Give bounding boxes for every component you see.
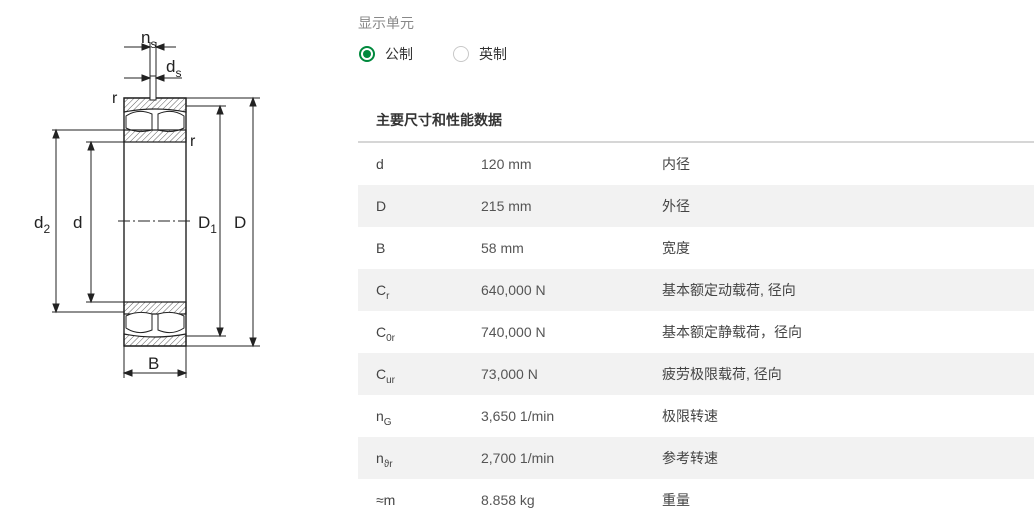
- table-row: nϑr 2,700 1/min 参考转速: [358, 437, 1034, 479]
- bearing-cross-section: ns ds r r d2 d D1 D B: [34, 28, 260, 378]
- symbol-subscript: ur: [386, 375, 396, 386]
- symbol-main: ≈m: [376, 492, 396, 508]
- outer-ring-bottom: [123, 333, 187, 347]
- rollers-top: [125, 110, 185, 133]
- table-row: ≈m 8.858 kg 重量: [358, 479, 1034, 521]
- symbol-subscript: ϑr: [383, 459, 393, 470]
- row-value: 215 mm: [481, 198, 532, 214]
- row-description: 重量: [662, 492, 690, 508]
- symbol-main: C: [376, 282, 387, 298]
- imperial-label: 英制: [479, 46, 507, 62]
- inner-ring-bottom: [123, 301, 187, 315]
- table-row: B 58 mm 宽度: [358, 227, 1034, 269]
- table-row: Cur 73,000 N 疲劳极限载荷, 径向: [358, 353, 1034, 395]
- r-top-label: r: [112, 90, 118, 107]
- row-value: 120 mm: [481, 156, 532, 172]
- row-value: 3,650 1/min: [481, 408, 555, 424]
- symbol-main: D: [376, 198, 387, 214]
- symbol-subscript: G: [383, 417, 392, 428]
- row-description: 内径: [662, 156, 690, 172]
- table-row: C0r 740,000 N 基本额定静载荷，径向: [358, 311, 1034, 353]
- row-description: 基本额定静载荷，径向: [662, 324, 802, 340]
- symbol-main: C: [376, 324, 387, 340]
- row-description: 疲劳极限载荷, 径向: [662, 366, 782, 382]
- d-label: d: [73, 213, 82, 232]
- bearing-drawing: ns ds r r d2 d D1 D B: [0, 0, 300, 400]
- dimensions-table: d 120 mm 内径 D 215 mm 外径 B 58 mm 宽度 Cr 640,000 N 基本额…: [358, 143, 1034, 521]
- row-description: 外径: [662, 198, 690, 214]
- row-description: 极限转速: [662, 408, 718, 424]
- row-value: 8.858 kg: [481, 492, 535, 508]
- row-value: 58 mm: [481, 240, 524, 256]
- D1-label: D1: [198, 213, 217, 236]
- row-symbol: ≈m: [358, 492, 481, 508]
- metric-label: 公制: [385, 46, 413, 62]
- row-value: 740,000 N: [481, 324, 546, 340]
- row-symbol: nϑr: [358, 450, 481, 470]
- d2-label: d2: [34, 213, 50, 236]
- symbol-subscript: r: [386, 291, 390, 302]
- row-symbol: D: [358, 198, 481, 214]
- table-title: 主要尺寸和性能数据: [376, 112, 502, 128]
- row-value: 73,000 N: [481, 366, 538, 382]
- unit-imperial-option[interactable]: 英制: [453, 44, 507, 64]
- table-row: nG 3,650 1/min 极限转速: [358, 395, 1034, 437]
- row-symbol: Cr: [358, 282, 481, 302]
- D-label: D: [234, 213, 246, 232]
- table-row: D 215 mm 外径: [358, 185, 1034, 227]
- row-symbol: d: [358, 156, 481, 172]
- symbol-subscript: 0r: [386, 333, 396, 344]
- table-row: d 120 mm 内径: [358, 143, 1034, 185]
- radio-selected-dot: [363, 50, 371, 58]
- unit-metric-option[interactable]: 公制: [359, 44, 413, 64]
- r-inner-label: r: [190, 133, 196, 150]
- rollers-bottom: [125, 311, 185, 334]
- row-symbol: B: [358, 240, 481, 256]
- row-value: 640,000 N: [481, 282, 546, 298]
- metric-radio[interactable]: [359, 46, 375, 62]
- symbol-main: n: [376, 408, 384, 424]
- ds-label: ds: [166, 57, 181, 80]
- B-label: B: [148, 354, 159, 373]
- row-symbol: Cur: [358, 366, 481, 386]
- symbol-main: C: [376, 366, 387, 382]
- row-symbol: C0r: [358, 324, 481, 344]
- lubrication-hole: [149, 75, 157, 101]
- row-symbol: nG: [358, 408, 481, 428]
- row-description: 参考转速: [662, 450, 718, 466]
- row-value: 2,700 1/min: [481, 450, 555, 466]
- symbol-main: n: [376, 450, 384, 466]
- inner-ring-top: [123, 129, 187, 143]
- row-description: 基本额定动载荷, 径向: [662, 282, 796, 298]
- imperial-radio[interactable]: [453, 46, 469, 62]
- table-row: Cr 640,000 N 基本额定动载荷, 径向: [358, 269, 1034, 311]
- symbol-main: B: [376, 240, 386, 256]
- symbol-main: d: [376, 156, 384, 172]
- units-title: 显示单元: [358, 15, 414, 31]
- row-description: 宽度: [662, 240, 690, 256]
